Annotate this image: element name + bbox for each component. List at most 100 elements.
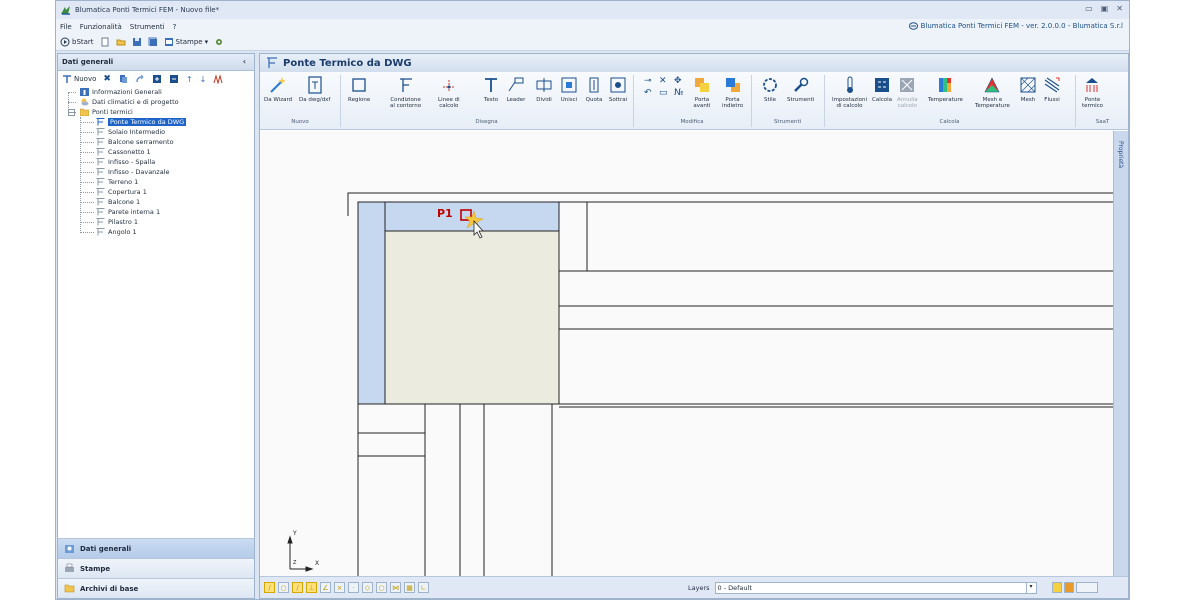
drawing-canvas[interactable]: P1 Y X Z <box>260 131 1113 577</box>
layer-select[interactable]: 0 - Default ▾ <box>714 582 1037 594</box>
style-icon <box>763 78 777 92</box>
snap-center-icon[interactable]: ○ <box>278 582 289 593</box>
snap-perpendicular-icon[interactable]: ⊥ <box>306 582 317 593</box>
menu-strumenti[interactable]: Strumenti <box>130 23 165 31</box>
bridge-node-icon <box>96 148 105 156</box>
menu-file[interactable]: File <box>60 23 72 31</box>
menu-funzionalita[interactable]: Funzionalità <box>80 23 122 31</box>
layer-panel-icon[interactable] <box>1076 582 1098 593</box>
tree-item-climate[interactable]: Dati climatici e di progetto <box>64 97 254 107</box>
temp-icon <box>939 78 952 92</box>
brand-link[interactable]: Blumatica Ponti Termici FEM - ver. 2.0.0… <box>908 22 1123 30</box>
select-icon[interactable]: ⊸ <box>644 76 652 86</box>
bridge-node-icon <box>96 168 105 176</box>
material-block <box>384 230 560 405</box>
tree-item-bridge[interactable]: Parete interna 1 <box>64 207 254 217</box>
mirror-icon[interactable]: № <box>674 88 683 98</box>
collapse-icon[interactable]: ‹ <box>243 57 246 66</box>
snap-extension-icon[interactable]: ⋈ <box>390 582 401 593</box>
ribbon-label: Linee di calcolo <box>438 97 460 109</box>
impostazioni-button[interactable]: Impostazioni di calcolo <box>832 75 867 109</box>
snap-point-icon[interactable]: · <box>348 582 359 593</box>
snap-midpoint-icon[interactable]: ∕ <box>292 582 303 593</box>
snap-quadrant-icon[interactable]: ◇ <box>362 582 373 593</box>
new-file-icon[interactable] <box>100 37 110 47</box>
tree-item-bridge[interactable]: Angolo 1 <box>64 227 254 237</box>
flussi-button[interactable]: Flussi <box>1042 75 1062 103</box>
temperature-button[interactable]: Temperature <box>928 75 963 103</box>
testo-button[interactable]: Testo <box>481 75 501 103</box>
leader-button[interactable]: Leader <box>506 75 526 103</box>
back-icon <box>725 78 740 92</box>
collapse-all-icon[interactable] <box>169 74 179 84</box>
annulla-calcolo-button[interactable]: Annulla calcolo <box>897 75 918 109</box>
tree-item-bridge[interactable]: Solaio Intermedio <box>64 127 254 137</box>
ponte-termico-button[interactable]: Ponte termico <box>1082 75 1103 109</box>
move-icon[interactable]: ✥ <box>674 76 682 86</box>
dividi-button[interactable]: Dividi <box>534 75 554 103</box>
restore-icon[interactable]: ▣ <box>1101 4 1109 13</box>
delete-icon[interactable]: ✕ <box>659 76 667 86</box>
tree-item-bridge[interactable]: Balcone serramento <box>64 137 254 147</box>
snap-tangent-icon[interactable]: ∠ <box>320 582 331 593</box>
axis-z-label: Z <box>293 560 297 566</box>
menu-help[interactable]: ? <box>173 23 177 31</box>
sottrai-button[interactable]: Sottrai <box>608 75 628 103</box>
strumenti-button[interactable]: Strumenti <box>787 75 814 103</box>
new-node-button[interactable]: Nuovo <box>62 74 96 84</box>
paste-icon[interactable] <box>135 74 145 84</box>
copy-icon[interactable] <box>118 74 128 84</box>
undo-icon[interactable]: ↶ <box>644 88 652 98</box>
tree-item-bridge[interactable]: Terreno 1 <box>64 177 254 187</box>
stampe-button[interactable]: Stampe ▾ <box>164 37 208 47</box>
tree-item-bridge[interactable]: Copertura 1 <box>64 187 254 197</box>
da-wizard-button[interactable]: Da Wizard <box>264 75 292 103</box>
porta-avanti-button[interactable]: Porta avanti <box>692 75 712 109</box>
snap-endpoint-icon[interactable]: ∕ <box>264 582 275 593</box>
save-all-icon[interactable] <box>148 37 158 47</box>
minimize-icon[interactable]: ▭ <box>1085 4 1093 13</box>
gear-icon[interactable] <box>214 37 224 47</box>
tree-item-bridge[interactable]: Infisso - Spalla <box>64 157 254 167</box>
linee-calcolo-button[interactable]: Linee di calcolo <box>438 75 460 109</box>
snap-nearest-icon[interactable]: ○ <box>376 582 387 593</box>
bstart-button[interactable]: bStart <box>60 37 94 47</box>
nav-archivi[interactable]: Archivi di base <box>58 578 254 598</box>
copy-icon[interactable]: ▭ <box>659 88 668 98</box>
snap-intersection-icon[interactable]: × <box>334 582 345 593</box>
expand-all-icon[interactable] <box>152 74 162 84</box>
save-icon[interactable] <box>132 37 142 47</box>
tree-item-bridge[interactable]: Cassonetto 1 <box>64 147 254 157</box>
tree-item-bridge[interactable]: Pilastro 1 <box>64 217 254 227</box>
sub-icon <box>610 77 626 93</box>
regione-button[interactable]: Regione <box>348 75 370 103</box>
close-icon[interactable]: ✕ <box>1116 4 1123 13</box>
layer-lock-icon[interactable] <box>1064 582 1074 593</box>
tree-item-info[interactable]: Informazioni Generali <box>64 87 254 97</box>
nav-stampe[interactable]: Stampe <box>58 558 254 578</box>
calcola-button[interactable]: Calcola <box>872 75 892 103</box>
porta-indietro-button[interactable]: Porta indietro <box>722 75 743 109</box>
stile-button[interactable]: Stile <box>760 75 780 103</box>
snap-grid-icon[interactable]: ▦ <box>404 582 415 593</box>
move-up-icon[interactable]: ↑ <box>186 75 193 84</box>
tree-item-bridge[interactable]: Balcone 1 <box>64 197 254 207</box>
mesh-button[interactable]: Mesh <box>1018 75 1038 103</box>
condizione-button[interactable]: Condizione al contorno <box>390 75 421 109</box>
quota-button[interactable]: Quota <box>584 75 604 103</box>
mesh-temperature-button[interactable]: Mesh e Temperature <box>975 75 1010 109</box>
tree-item-bridge[interactable]: Infisso - Davanzale <box>64 167 254 177</box>
move-down-icon[interactable]: ↓ <box>200 75 207 84</box>
tree-item-bridges[interactable]: − Ponti termici <box>64 107 254 117</box>
properties-side-tab[interactable]: Proprietà <box>1113 131 1128 577</box>
da-dwg-button[interactable]: Da dwg/dxf <box>299 75 330 103</box>
layer-visibility-icon[interactable] <box>1052 582 1062 593</box>
thermal-bridge-icon[interactable] <box>213 74 223 84</box>
open-folder-icon[interactable] <box>116 37 126 47</box>
tree-item-bridge[interactable]: Ponte Termico da DWG <box>64 117 254 127</box>
unisci-button[interactable]: Unisci <box>559 75 579 103</box>
delete-icon[interactable]: ✖ <box>103 74 111 84</box>
nav-dati-generali[interactable]: Dati generali <box>58 538 254 558</box>
ortho-icon[interactable]: ∟ <box>418 582 429 593</box>
point-label: P1 <box>437 207 453 220</box>
